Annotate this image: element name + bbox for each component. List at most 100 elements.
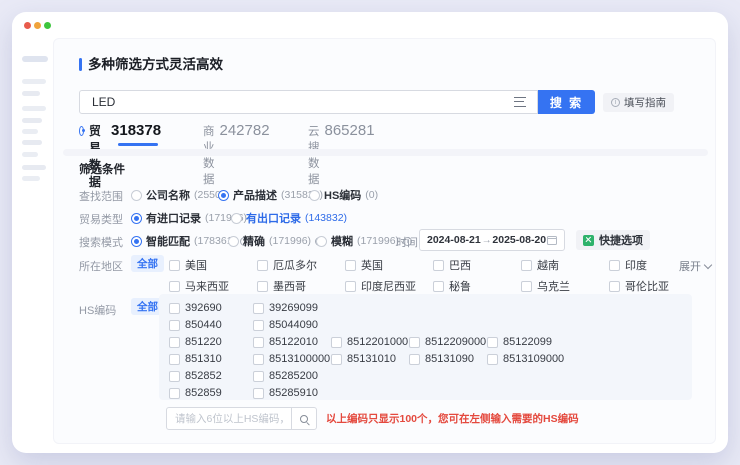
hs-code-row: 850440 85044090 <box>159 319 692 333</box>
hs-checkbox[interactable]: 85285910 <box>253 387 318 399</box>
hs-code-row: 851220 85122010 85122010008512209000851220… <box>159 336 692 350</box>
region-checkbox[interactable]: 英国 <box>345 257 383 273</box>
hs-checkbox[interactable]: 85122010 <box>253 336 318 348</box>
option-label: 产品描述 <box>233 187 277 203</box>
checkbox-icon <box>169 388 180 399</box>
radio-icon <box>309 190 320 201</box>
page: 多种筛选方式灵活高效 搜 索 i 填写指南 贸易数据 318378 商业数据 <box>0 0 740 465</box>
region-checkbox[interactable]: 哥伦比亚 <box>609 278 669 294</box>
checkbox-label: 851220 <box>185 336 222 348</box>
filter-row-search-mode: 搜索模式 智能匹配(178361)i精确(171996)i模糊(171996)i… <box>54 233 717 249</box>
hs-checkbox[interactable]: 85122099 <box>487 336 552 348</box>
checkbox-label: 乌克兰 <box>537 278 570 294</box>
checkbox-icon <box>409 354 420 365</box>
hs-code-search-box <box>166 407 317 430</box>
checkbox-icon <box>257 281 268 292</box>
window-zoom-dot[interactable] <box>44 22 51 29</box>
radio-option[interactable]: 产品描述(315828) <box>218 187 323 203</box>
search-icon <box>300 415 308 423</box>
checkbox-label: 哥伦比亚 <box>625 278 669 294</box>
window-close-dot[interactable] <box>24 22 31 29</box>
checkbox-label: 英国 <box>361 257 383 273</box>
window-minimize-dot[interactable] <box>34 22 41 29</box>
radio-option[interactable]: 公司名称(2550) <box>131 187 224 203</box>
checkbox-label: 852852 <box>185 370 222 382</box>
checkbox-label: 厄瓜多尔 <box>273 257 317 273</box>
region-checkbox[interactable]: 乌克兰 <box>521 278 570 294</box>
hs-search-button[interactable] <box>291 408 316 429</box>
hs-checkbox[interactable]: 392690 <box>169 302 222 314</box>
hs-checkbox[interactable]: 85131010 <box>331 353 396 365</box>
region-checkbox[interactable]: 厄瓜多尔 <box>257 257 317 273</box>
tab-count: 242782 <box>220 122 270 139</box>
checkbox-label: 秘鲁 <box>449 278 471 294</box>
hs-checkbox[interactable]: 852852 <box>169 370 222 382</box>
tab-trade-data[interactable]: 贸易数据 318378 <box>79 122 161 190</box>
radio-option[interactable]: HS编码(0) <box>309 187 378 203</box>
main-panel: 多种筛选方式灵活高效 搜 索 i 填写指南 贸易数据 318378 商业数据 <box>53 38 716 444</box>
checkbox-icon <box>609 260 620 271</box>
quick-options-button[interactable]: 快捷选项 <box>576 230 650 250</box>
chevron-down-icon <box>704 261 712 269</box>
hs-checkbox[interactable]: 85044090 <box>253 319 318 331</box>
tab-label: 贸易数据 <box>89 122 106 190</box>
active-tab-underline <box>118 143 158 146</box>
region-checkbox[interactable]: 墨西哥 <box>257 278 306 294</box>
hs-code-input[interactable] <box>167 408 291 429</box>
checkbox-icon <box>331 337 342 348</box>
row-label: 贸易类型 <box>79 211 123 227</box>
option-label: 精确 <box>243 233 265 249</box>
hs-code-panel: 3926903926909985044085044090851220851220… <box>159 294 692 400</box>
hs-checkbox[interactable]: 850440 <box>169 319 222 331</box>
checkbox-label: 8513109000 <box>503 353 564 365</box>
skeleton-bar <box>22 140 42 145</box>
section-divider <box>63 149 708 156</box>
date-arrow: → <box>482 235 492 246</box>
checkbox-label: 39269099 <box>269 302 318 314</box>
hs-checkbox[interactable]: 8512201000 <box>331 336 408 348</box>
hs-checkbox[interactable]: 851310 <box>169 353 222 365</box>
checkbox-label: 越南 <box>537 257 559 273</box>
hs-code-row: 852852 85285200 <box>159 370 692 384</box>
search-input[interactable] <box>80 95 514 109</box>
region-checkbox[interactable]: 秘鲁 <box>433 278 471 294</box>
region-checkbox[interactable]: 印度尼西亚 <box>345 278 416 294</box>
checkbox-icon <box>169 260 180 271</box>
hs-checkbox[interactable]: 85285200 <box>253 370 318 382</box>
checkbox-icon <box>487 337 498 348</box>
region-checkbox[interactable]: 巴西 <box>433 257 471 273</box>
checkbox-label: 8513100000 <box>269 353 330 365</box>
title-accent-bar <box>79 58 82 71</box>
checkbox-label: 851310 <box>185 353 222 365</box>
radio-option[interactable]: 精确(171996)i <box>228 233 324 249</box>
hs-checkbox[interactable]: 852859 <box>169 387 222 399</box>
excel-icon <box>583 235 594 246</box>
hs-checkbox[interactable]: 8513100000 <box>253 353 330 365</box>
hs-checkbox[interactable]: 85131090 <box>409 353 474 365</box>
checkbox-label: 392690 <box>185 302 222 314</box>
radio-option[interactable]: 有进口记录(171996) <box>131 210 247 226</box>
region-checkbox[interactable]: 美国 <box>169 257 207 273</box>
option-label: 公司名称 <box>146 187 190 203</box>
checkbox-icon <box>345 281 356 292</box>
radio-option[interactable]: 有出口记录(143832) <box>231 210 347 226</box>
hs-checkbox[interactable]: 39269099 <box>253 302 318 314</box>
region-checkbox[interactable]: 越南 <box>521 257 559 273</box>
hs-checkbox[interactable]: 851220 <box>169 336 222 348</box>
tab-count: 318378 <box>111 122 161 139</box>
checkbox-icon <box>253 320 264 331</box>
region-all-button[interactable]: 全部 <box>131 255 164 272</box>
checkbox-icon <box>253 371 264 382</box>
region-expand-link[interactable]: 展开 <box>679 258 711 274</box>
checkbox-icon <box>253 388 264 399</box>
fill-guide-button[interactable]: i 填写指南 <box>603 93 674 112</box>
hs-checkbox[interactable]: 8512209000 <box>409 336 486 348</box>
list-lines-icon[interactable] <box>514 97 526 107</box>
region-checkbox[interactable]: 印度 <box>609 257 647 273</box>
search-button[interactable]: 搜 索 <box>538 90 595 114</box>
hs-checkbox[interactable]: 8513109000 <box>487 353 564 365</box>
radio-icon <box>231 213 242 224</box>
row-label: 所在地区 <box>79 258 123 274</box>
date-range-picker[interactable]: 2024-08-21 → 2025-08-20 <box>419 229 565 251</box>
region-checkbox[interactable]: 马来西亚 <box>169 278 229 294</box>
